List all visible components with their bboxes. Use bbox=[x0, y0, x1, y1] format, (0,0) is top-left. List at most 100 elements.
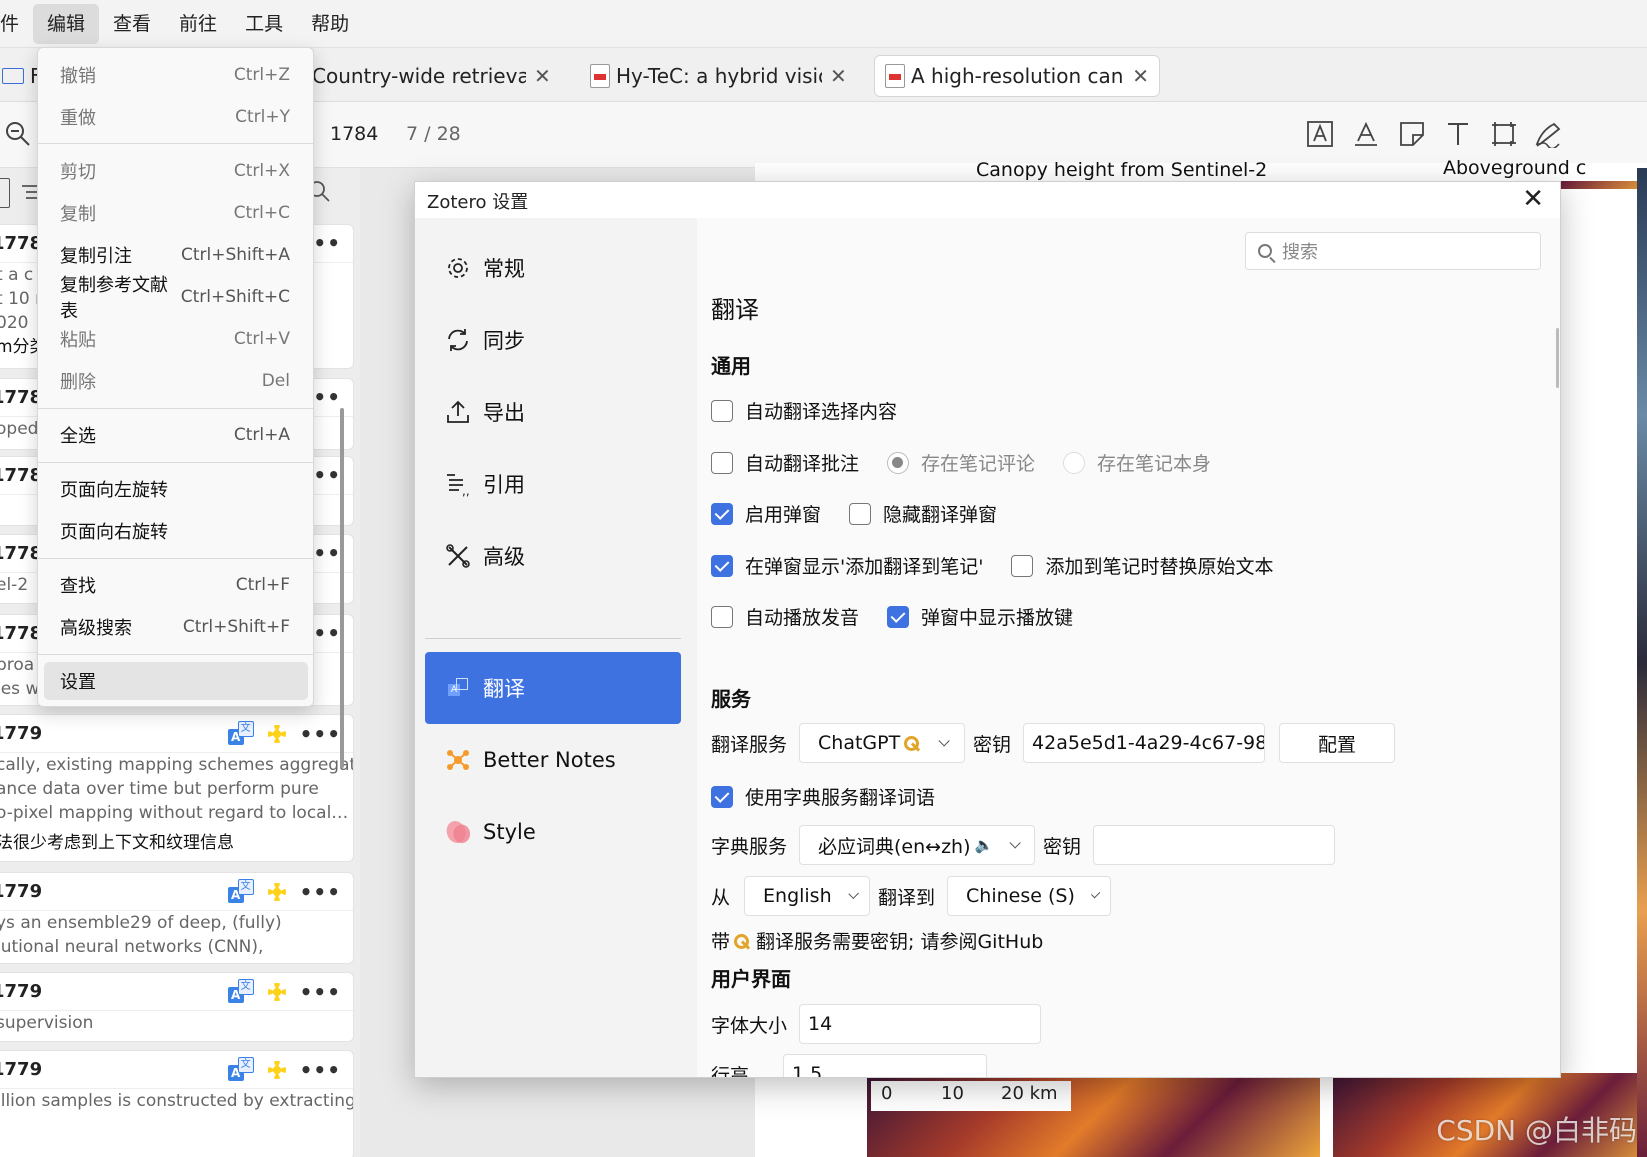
menu-item-undo[interactable]: 撤销 Ctrl+Z bbox=[44, 56, 308, 94]
translate-icon[interactable]: A文 bbox=[227, 721, 254, 747]
menu-item-paste[interactable]: 粘贴 Ctrl+V bbox=[44, 320, 308, 358]
scrollbar[interactable] bbox=[1556, 328, 1559, 388]
field-label: 密钥 bbox=[973, 733, 1012, 756]
nav-item-general[interactable]: 常规 bbox=[425, 232, 681, 304]
target-language-select[interactable]: Chinese (S) bbox=[947, 876, 1112, 916]
close-icon[interactable]: ✕ bbox=[1132, 64, 1149, 88]
ink-icon[interactable] bbox=[1532, 118, 1564, 150]
highlight-text-icon[interactable] bbox=[1350, 118, 1382, 150]
save-in-comment-radio[interactable] bbox=[887, 451, 910, 474]
menu-item-shortcut: Ctrl+C bbox=[233, 203, 290, 223]
menu-go[interactable]: 前往 bbox=[165, 4, 231, 44]
dict-service-select[interactable]: 必应词典(en↔zh) 🔈 bbox=[799, 825, 1036, 865]
menu-item-rotate-right[interactable]: 页面向右旋转 bbox=[44, 512, 308, 550]
item-text: o-pixel mapping without regard to local… bbox=[0, 803, 349, 823]
item-id: 1778 bbox=[0, 233, 43, 254]
list-item[interactable]: 1779 A文 ••• illion samples is constructe… bbox=[0, 1050, 354, 1157]
menu-item-select-all[interactable]: 全选 Ctrl+A bbox=[44, 416, 308, 454]
nav-item-better-notes[interactable]: Better Notes bbox=[425, 724, 681, 796]
nav-item-cite[interactable]: ,, 引用 bbox=[425, 448, 681, 520]
field-label: 翻译到 bbox=[878, 886, 936, 909]
search-input[interactable]: 搜索 bbox=[1245, 232, 1541, 270]
translate-icon[interactable]: A文 bbox=[227, 1057, 254, 1083]
close-icon[interactable]: ✕ bbox=[830, 64, 847, 88]
menu-edit[interactable]: 编辑 bbox=[33, 3, 100, 44]
replace-original-checkbox[interactable] bbox=[1011, 554, 1034, 577]
nav-item-translate[interactable]: A 翻译 bbox=[425, 652, 681, 724]
dict-key-input[interactable] bbox=[1093, 825, 1336, 865]
text-icon[interactable] bbox=[1442, 118, 1474, 150]
view-toggle-icon[interactable] bbox=[0, 178, 10, 208]
area-select-icon[interactable] bbox=[1488, 118, 1520, 150]
config-button[interactable]: 配置 bbox=[1279, 723, 1396, 763]
tab-doc-1[interactable]: Country-wide retrieval o ✕ bbox=[312, 55, 570, 97]
auto-translate-annotation-checkbox[interactable] bbox=[711, 451, 733, 474]
better-notes-icon[interactable] bbox=[264, 979, 290, 1005]
tab-doc-2[interactable]: Hy-TeC: a hybrid vision t ✕ bbox=[590, 55, 858, 97]
menu-item-shortcut: Ctrl+X bbox=[233, 161, 290, 181]
hide-popup-checkbox[interactable] bbox=[849, 502, 872, 525]
tab-doc-1-title: Country-wide retrieval o bbox=[312, 64, 526, 88]
close-icon[interactable]: ✕ bbox=[534, 64, 551, 88]
more-icon[interactable]: ••• bbox=[300, 1058, 341, 1082]
translation-service-select[interactable]: ChatGPT bbox=[799, 723, 966, 763]
auto-play-checkbox[interactable] bbox=[711, 605, 733, 628]
show-play-button-checkbox[interactable] bbox=[887, 605, 910, 628]
more-icon[interactable]: ••• bbox=[300, 880, 341, 904]
menu-item-copy-bibliography[interactable]: 复制参考文献表 Ctrl+Shift+C bbox=[44, 275, 308, 322]
menu-item-advanced-search[interactable]: 高级搜索 Ctrl+Shift+F bbox=[44, 608, 308, 646]
menu-file[interactable]: 件 bbox=[0, 4, 33, 44]
better-notes-icon[interactable] bbox=[264, 721, 290, 747]
scrollbar[interactable] bbox=[340, 408, 344, 768]
list-item[interactable]: 1779 A文 ••• supervision bbox=[0, 972, 354, 1042]
note-icon[interactable] bbox=[1396, 118, 1428, 150]
checkbox-label: 使用字典服务翻译词语 bbox=[745, 787, 936, 809]
menu-view[interactable]: 查看 bbox=[99, 4, 165, 44]
menu-item-delete[interactable]: 删除 Del bbox=[44, 362, 308, 400]
menu-item-rotate-left[interactable]: 页面向左旋转 bbox=[44, 470, 308, 508]
list-item[interactable]: 1779 A文 ••• cally, existing mapping sche… bbox=[0, 714, 354, 862]
tab-library[interactable]: F bbox=[2, 55, 42, 97]
nav-item-export[interactable]: 导出 bbox=[425, 376, 681, 448]
menu-item-shortcut: Del bbox=[261, 371, 290, 391]
show-add-to-note-checkbox[interactable] bbox=[711, 554, 733, 577]
menu-item-cut[interactable]: 剪切 Ctrl+X bbox=[44, 152, 308, 190]
item-id: 1779 bbox=[0, 1059, 43, 1080]
menu-help[interactable]: 帮助 bbox=[297, 4, 363, 44]
service-key-input[interactable]: 42a5e5d1-4a29-4c67-98cc bbox=[1023, 723, 1266, 763]
nav-item-advanced[interactable]: 高级 bbox=[425, 520, 681, 592]
menu-item-label: 全选 bbox=[60, 426, 96, 447]
auto-translate-selection-checkbox[interactable] bbox=[711, 399, 733, 422]
list-item[interactable]: 1779 A文 ••• ys an ensemble29 of deep, (f… bbox=[0, 872, 354, 964]
translate-icon[interactable]: A文 bbox=[227, 979, 254, 1005]
menu-item-redo[interactable]: 重做 Ctrl+Y bbox=[44, 98, 308, 136]
item-text: cally, existing mapping schemes aggregat… bbox=[0, 755, 354, 775]
use-dict-checkbox[interactable] bbox=[711, 785, 733, 808]
menu-item-copy[interactable]: 复制 Ctrl+C bbox=[44, 194, 308, 232]
menu-item-label: 复制参考文献表 bbox=[60, 275, 168, 322]
menu-item-label: 删除 bbox=[60, 372, 96, 393]
more-icon[interactable]: ••• bbox=[300, 722, 341, 746]
translate-icon[interactable]: A文 bbox=[227, 879, 254, 905]
menu-item-shortcut: Ctrl+Z bbox=[233, 65, 290, 85]
menu-item-find[interactable]: 查找 Ctrl+F bbox=[44, 566, 308, 604]
nav-item-label: 导出 bbox=[483, 401, 525, 425]
enable-popup-checkbox[interactable] bbox=[711, 502, 733, 525]
line-height-input[interactable]: 1.5 bbox=[783, 1054, 988, 1077]
save-in-body-radio[interactable] bbox=[1063, 451, 1086, 474]
better-notes-icon[interactable] bbox=[264, 879, 290, 905]
close-icon[interactable]: ✕ bbox=[1522, 184, 1544, 214]
page-number-input[interactable]: 1784 bbox=[330, 117, 378, 151]
menu-tools[interactable]: 工具 bbox=[231, 4, 297, 44]
better-notes-icon[interactable] bbox=[264, 1057, 290, 1083]
menu-item-copy-citation[interactable]: 复制引注 Ctrl+Shift+A bbox=[44, 236, 308, 274]
text-box-icon[interactable] bbox=[1304, 118, 1336, 150]
menu-item-settings[interactable]: 设置 bbox=[44, 662, 308, 700]
source-language-select[interactable]: English bbox=[744, 876, 871, 916]
more-icon[interactable]: ••• bbox=[300, 980, 341, 1004]
nav-item-sync[interactable]: 同步 bbox=[425, 304, 681, 376]
nav-item-style[interactable]: Style bbox=[425, 796, 681, 868]
tab-doc-3[interactable]: A high-resolution canop ✕ bbox=[874, 55, 1160, 97]
font-size-input[interactable]: 14 bbox=[799, 1004, 1042, 1044]
zoom-out-icon[interactable] bbox=[2, 118, 34, 150]
